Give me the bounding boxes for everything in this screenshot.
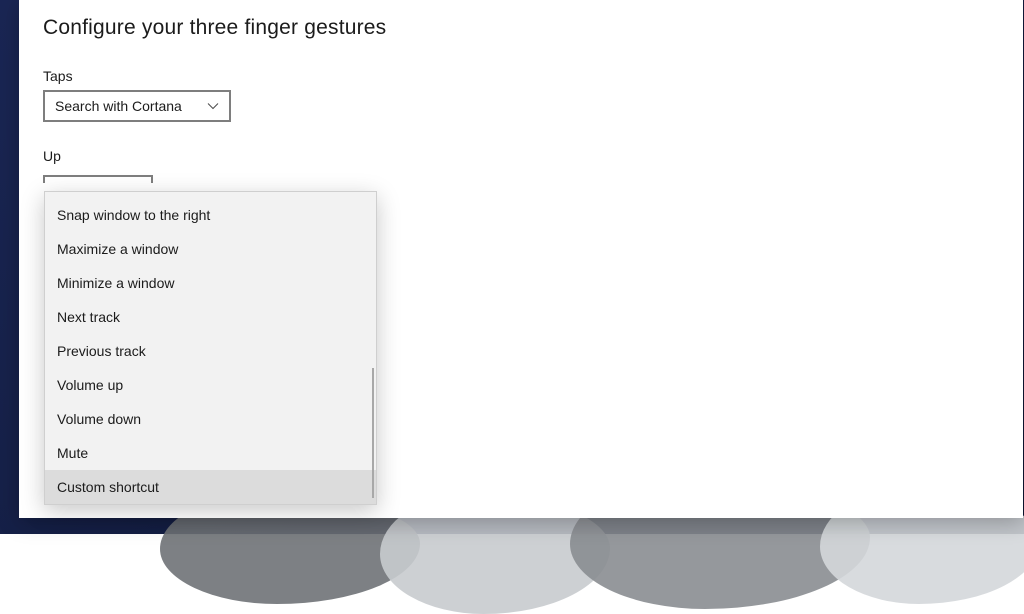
field-up: Up: [43, 148, 999, 188]
up-dropdown-list[interactable]: Snap window to the rightMaximize a windo…: [44, 191, 377, 505]
dropdown-option[interactable]: Volume down: [45, 402, 376, 436]
scrollbar-thumb[interactable]: [372, 368, 374, 498]
dropdown-option[interactable]: Custom shortcut: [45, 470, 376, 504]
page-title: Configure your three finger gestures: [43, 16, 999, 40]
field-label-up: Up: [43, 148, 999, 164]
dropdown-option[interactable]: Mute: [45, 436, 376, 470]
taps-combobox[interactable]: Search with Cortana: [43, 90, 231, 122]
chevron-down-icon: [207, 100, 219, 112]
field-taps: Taps Search with Cortana: [43, 68, 999, 122]
dropdown-option[interactable]: Next track: [45, 300, 376, 334]
dropdown-option[interactable]: Minimize a window: [45, 266, 376, 300]
dropdown-option[interactable]: Maximize a window: [45, 232, 376, 266]
dropdown-option[interactable]: Previous track: [45, 334, 376, 368]
field-label-taps: Taps: [43, 68, 999, 84]
dropdown-option[interactable]: Volume up: [45, 368, 376, 402]
dropdown-option[interactable]: Snap window to the right: [45, 198, 376, 232]
up-combobox[interactable]: [43, 175, 153, 183]
taps-combobox-value: Search with Cortana: [55, 98, 182, 114]
